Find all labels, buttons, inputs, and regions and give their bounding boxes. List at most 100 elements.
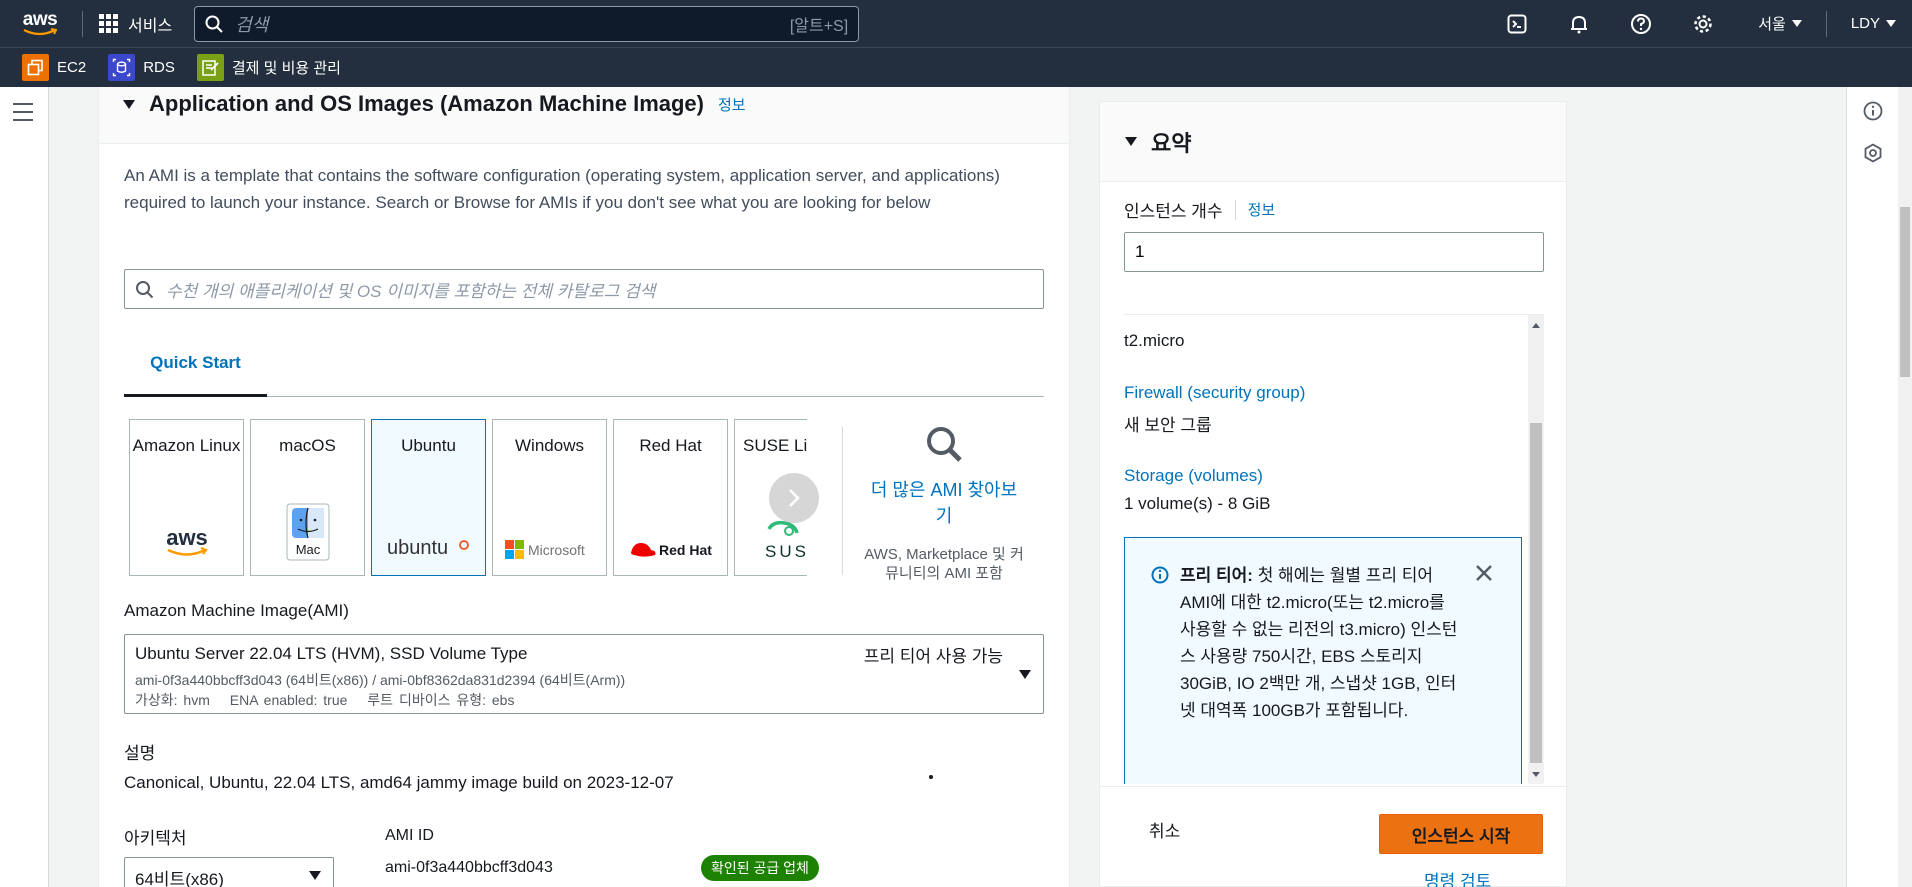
settings-gear-icon[interactable]	[1672, 0, 1734, 47]
svg-text:ubuntu: ubuntu	[387, 537, 448, 559]
ami-select-dropdown[interactable]: Ubuntu Server 22.04 LTS (HVM), SSD Volum…	[124, 634, 1044, 714]
favorite-rds[interactable]: RDS	[108, 54, 175, 81]
hexagon-tools-icon[interactable]	[1847, 133, 1899, 173]
section-title: Application and OS Images (Amazon Machin…	[149, 91, 704, 116]
catalog-search-input[interactable]: 수천 개의 애플리케이션 및 OS 이미지를 포함하는 전체 카탈로그 검색	[124, 269, 1044, 309]
scroll-down-arrow-icon[interactable]	[1532, 772, 1540, 777]
divider	[842, 427, 843, 575]
mac-finder-icon: Mac	[251, 503, 364, 561]
services-label: 서비스	[128, 17, 173, 35]
collapse-caret-icon	[1125, 137, 1137, 146]
summary-scrollbar-thumb[interactable]	[1530, 423, 1542, 763]
ec2-icon	[22, 54, 49, 81]
services-menu[interactable]: 서비스	[99, 12, 172, 36]
region-label: 서울	[1758, 16, 1786, 33]
svg-text:Mac: Mac	[295, 542, 320, 557]
billing-icon	[196, 54, 224, 81]
favorite-billing[interactable]: 결제 및 비용 관리	[196, 54, 341, 81]
free-tier-title: 프리 티어:	[1180, 566, 1253, 585]
storage-value: 1 volume(s) - 8 GiB	[1124, 494, 1271, 513]
ami-name: Ubuntu Server 22.04 LTS (HVM), SSD Volum…	[135, 644, 528, 663]
instance-type-value: t2.micro	[1124, 331, 1185, 350]
rds-icon	[108, 54, 136, 81]
top-navigation: aws 서비스 검색 [알트+S] 서울 LDY	[0, 0, 1912, 47]
info-panel-icon[interactable]	[1847, 91, 1899, 131]
ami-card-ubuntu[interactable]: Ubuntu ubuntu	[371, 419, 486, 576]
ami-id-value: ami-0f3a440bbcff3d043	[385, 859, 553, 876]
aws-logo-icon: aws	[130, 525, 243, 561]
info-link[interactable]: 정보	[1248, 199, 1276, 220]
ubuntu-logo-icon: ubuntu	[372, 535, 485, 561]
ami-card-windows[interactable]: Windows Microsoft	[492, 419, 607, 576]
browse-more-amis-link[interactable]: 더 많은 AMI 찾아보기	[864, 477, 1024, 529]
tab-quick-start[interactable]: Quick Start	[124, 332, 267, 397]
ami-card-red-hat[interactable]: Red Hat Red Hat	[613, 419, 728, 576]
ami-tabs: Quick Start	[124, 332, 1044, 397]
ami-select-label: Amazon Machine Image(AMI)	[124, 601, 349, 620]
ami-section-header[interactable]: Application and OS Images (Amazon Machin…	[99, 87, 1069, 144]
chevron-right-icon	[789, 489, 800, 507]
free-tier-eligible-label: 프리 티어 사용 가능	[863, 647, 1003, 666]
ami-card-amazon-linux[interactable]: Amazon Linux aws	[129, 419, 244, 576]
search-icon	[927, 427, 962, 462]
svg-text:Red Hat: Red Hat	[659, 542, 712, 558]
scroll-up-arrow-icon[interactable]	[1532, 323, 1540, 328]
search-icon	[136, 280, 154, 298]
notifications-bell-icon[interactable]	[1548, 0, 1610, 47]
ami-id-label: AMI ID	[385, 827, 434, 844]
page-scrollbar[interactable]	[1898, 87, 1912, 887]
summary-title: 요약	[1151, 130, 1192, 156]
cloudshell-icon[interactable]	[1486, 0, 1548, 47]
summary-header[interactable]: 요약	[1100, 102, 1566, 182]
svg-text:Microsoft: Microsoft	[528, 542, 585, 558]
verified-provider-badge: 확인된 공급 업체	[701, 855, 819, 881]
card-name: SUSE Li	[743, 436, 807, 455]
catalog-search-placeholder: 수천 개의 애플리케이션 및 OS 이미지를 포함하는 전체 카탈로그 검색	[166, 281, 656, 301]
favorite-label: 결제 및 비용 관리	[231, 60, 341, 77]
region-selector[interactable]: 서울	[1734, 0, 1826, 47]
page-scrollbar-thumb[interactable]	[1900, 207, 1910, 377]
caret-down-icon	[1791, 20, 1802, 27]
global-search-input[interactable]: 검색 [알트+S]	[194, 5, 860, 42]
svg-text:SUSE: SUSE	[765, 542, 807, 561]
carousel-next-button[interactable]	[769, 473, 819, 523]
launch-instance-button[interactable]: 인스턴스 시작	[1379, 814, 1543, 854]
free-tier-text: 프리 티어: 첫 해에는 월별 프리 티어 AMI에 대한 t2.micro(또…	[1180, 562, 1460, 724]
summary-panel: 요약 인스턴스 개수 정보 t2.micro Firewall (securit…	[1099, 101, 1568, 887]
free-tier-body: 첫 해에는 월별 프리 티어 AMI에 대한 t2.micro(또는 t2.mi…	[1180, 566, 1458, 720]
info-circle-icon	[1151, 566, 1169, 584]
divider	[1234, 199, 1236, 220]
ami-card-macos[interactable]: macOS Mac	[250, 419, 365, 576]
help-icon[interactable]	[1610, 0, 1672, 47]
account-menu[interactable]: LDY	[1827, 0, 1912, 47]
collapse-caret-icon	[123, 99, 135, 109]
summary-scrollbar[interactable]	[1528, 315, 1544, 784]
architecture-select[interactable]: 64비트(x86)	[124, 857, 334, 887]
close-icon[interactable]	[1475, 564, 1493, 582]
firewall-link[interactable]: Firewall (security group)	[1124, 383, 1305, 403]
redhat-logo-icon: Red Hat	[614, 537, 727, 561]
firewall-value: 새 보안 그룹	[1124, 416, 1212, 435]
favorites-bar: EC2 RDS 결제 및 비용 관리	[0, 47, 1912, 87]
ami-quick-start-cards: Amazon Linux aws macOS Mac Ubuntu ubuntu…	[129, 419, 1049, 582]
browse-more-amis[interactable]: 더 많은 AMI 찾아보기 AWS, Marketplace 및 커뮤니티의 A…	[864, 424, 1024, 583]
favorite-label: EC2	[57, 59, 87, 76]
microsoft-logo-icon: Microsoft	[493, 539, 606, 561]
aws-logo[interactable]: aws	[20, 9, 60, 39]
cancel-button[interactable]: 취소	[1149, 817, 1180, 842]
search-placeholder: 검색	[235, 14, 269, 35]
card-name: Amazon Linux	[132, 436, 241, 455]
caret-down-icon	[1019, 670, 1031, 679]
card-name: macOS	[279, 436, 336, 455]
instance-count-label: 인스턴스 개수	[1124, 202, 1223, 221]
ami-section-panel: Application and OS Images (Amazon Machin…	[98, 87, 1070, 887]
info-link[interactable]: 정보	[718, 94, 746, 115]
description-label: 설명	[124, 744, 156, 763]
review-commands-link[interactable]: 명령 검토	[1424, 867, 1491, 887]
ami-ids: ami-0f3a440bbcff3d043 (64비트(x86)) / ami-…	[135, 672, 626, 688]
storage-link[interactable]: Storage (volumes)	[1124, 466, 1263, 486]
svg-text:aws: aws	[166, 525, 208, 550]
favorite-ec2[interactable]: EC2	[22, 54, 86, 81]
menu-hamburger-icon[interactable]	[13, 103, 33, 127]
instance-count-input[interactable]	[1124, 232, 1544, 272]
